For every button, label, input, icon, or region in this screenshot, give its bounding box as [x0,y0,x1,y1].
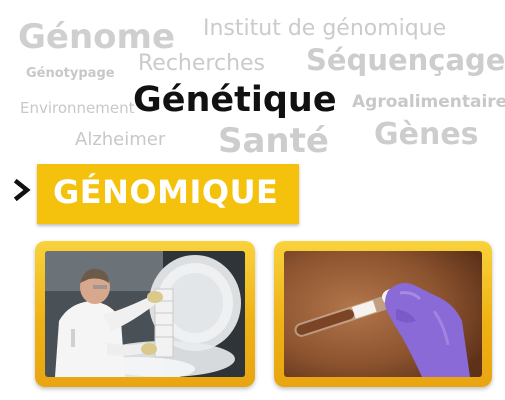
word-environnement: Environnement [20,99,135,117]
word-genetique: Génétique [133,80,337,120]
banner-title: GÉNOMIQUE [53,173,279,211]
word-sequencage: Séquençage [306,43,505,77]
word-agroalimentaire: Agroalimentaire [352,92,505,112]
word-recherches: Recherches [138,51,266,76]
test-tube-hand-photo [284,251,482,377]
scientist-freezer-photo [45,251,245,377]
word-alzheimer: Alzheimer [75,129,166,150]
word-institut: Institut de génomique [203,16,447,41]
photo-frame-test-tube[interactable] [274,241,492,387]
genomique-banner[interactable]: GÉNOMIQUE [37,164,299,224]
photo-frame-scientist[interactable] [35,241,255,387]
word-sante: Santé [218,121,329,161]
chevron-right-icon[interactable] [12,179,34,201]
word-genome: Génome [18,17,176,57]
word-genotypage: Génotypage [26,66,115,81]
word-genes: Gènes [374,117,479,152]
